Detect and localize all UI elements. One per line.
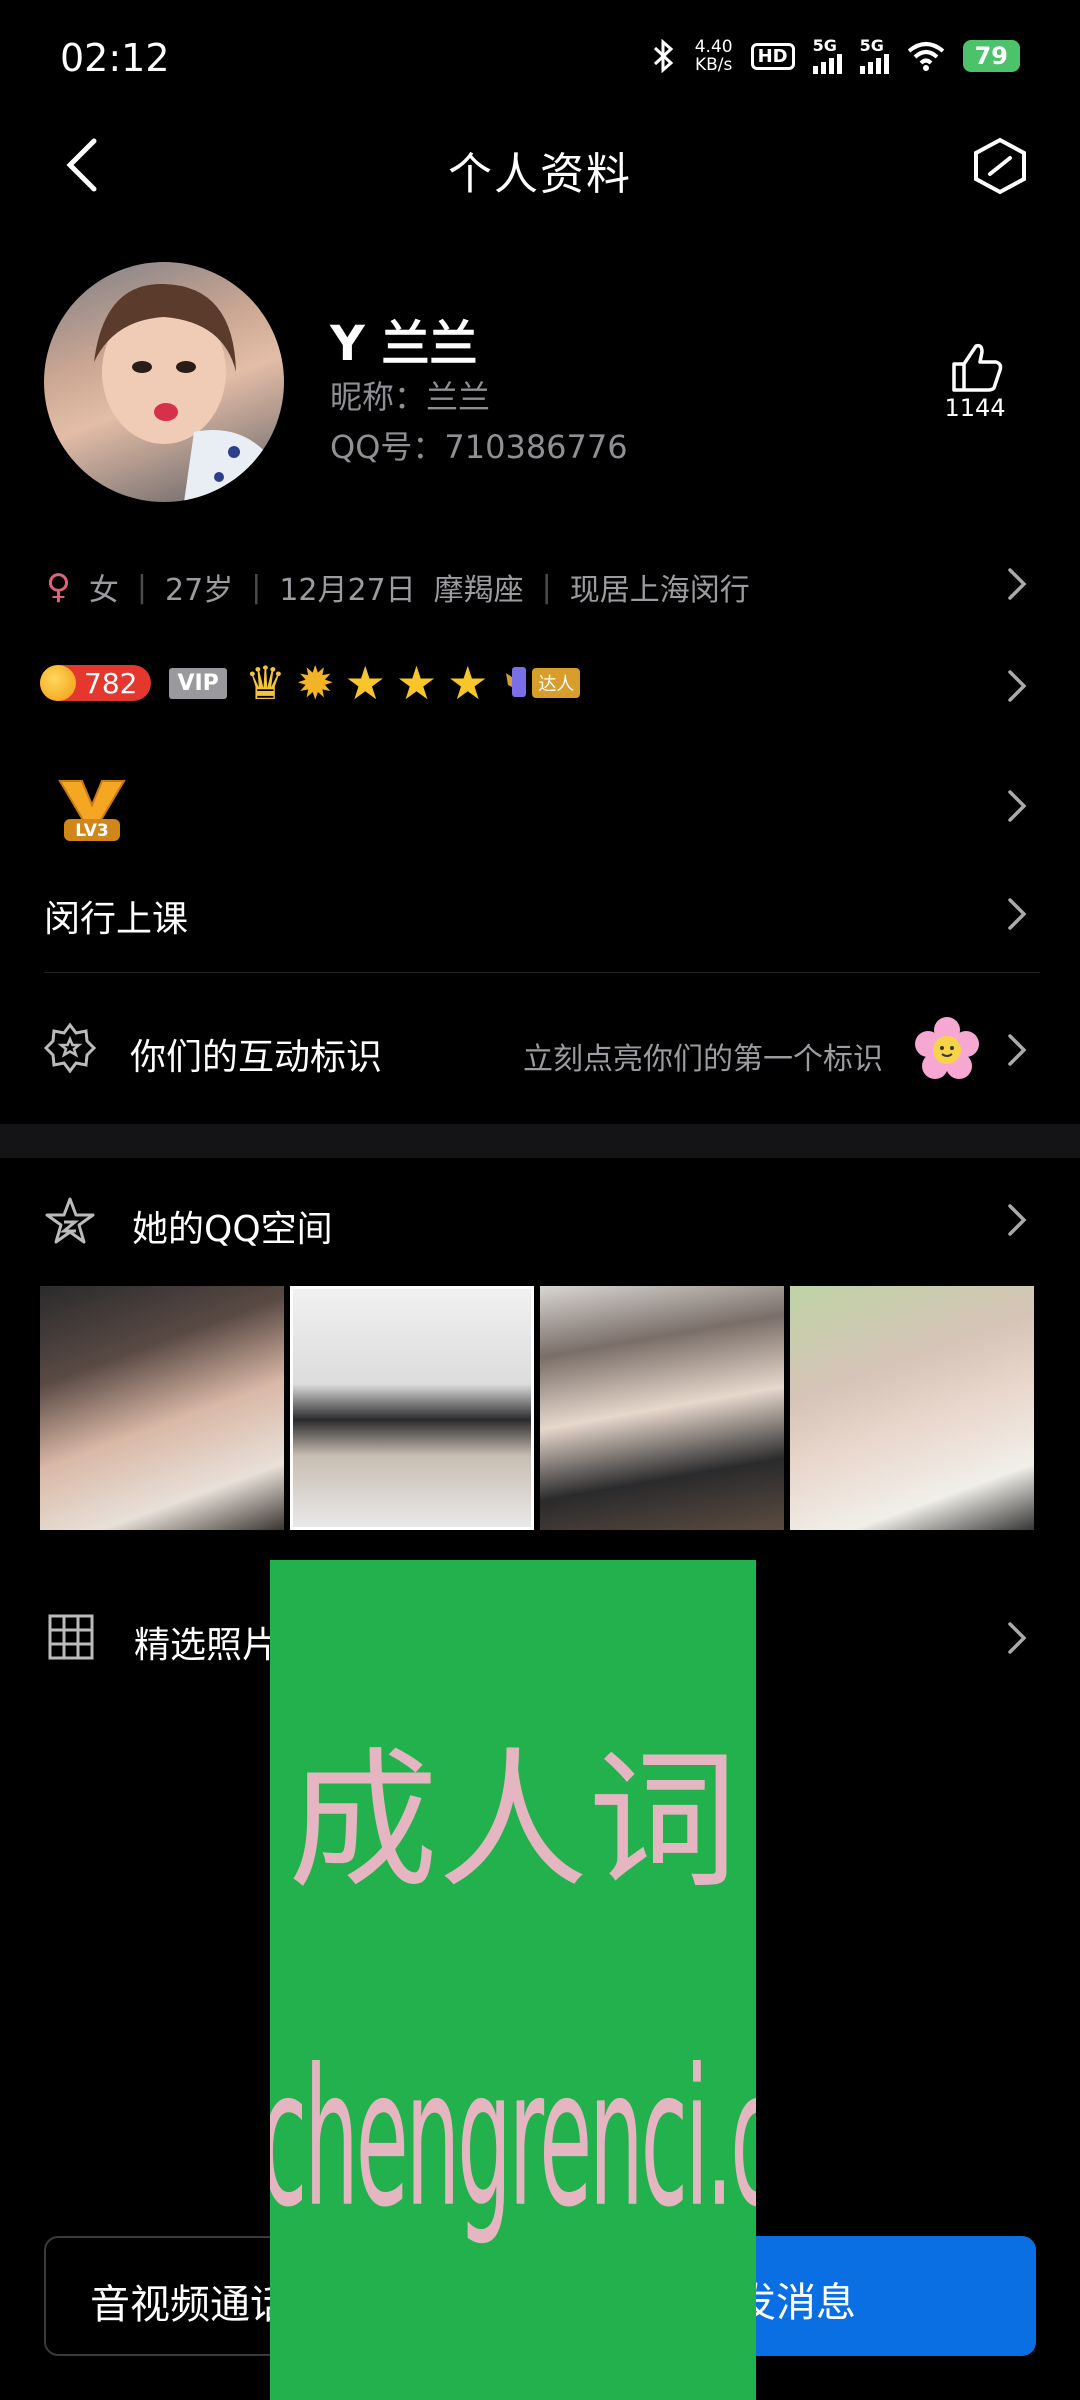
sun-icon: ✹ — [296, 656, 335, 710]
bluetooth-icon — [653, 39, 673, 73]
vip-badge: VIP — [169, 667, 227, 699]
daren-badge: 达人 — [506, 663, 581, 703]
winged-phone-icon — [506, 667, 527, 697]
signature-text[interactable]: 闵行上课 — [44, 890, 188, 942]
qzone-label[interactable]: 她的QQ空间 — [132, 1200, 333, 1252]
level-v-icon: LV3 — [58, 780, 126, 841]
chevron-right-icon[interactable] — [1006, 896, 1028, 932]
crown-icon: ♛ — [244, 656, 287, 710]
badges-row[interactable]: 782 VIP ♛ ✹ ★ ★ ★ 达人 — [40, 656, 581, 710]
qzone-photo[interactable] — [40, 1286, 284, 1530]
star-icon: ★ — [344, 656, 386, 710]
level-badge[interactable]: LV3 — [52, 775, 132, 845]
qzone-photo[interactable] — [790, 1286, 1034, 1530]
coin-value: 782 — [84, 666, 138, 700]
qzone-photo[interactable] — [290, 1286, 534, 1530]
divider — [44, 972, 1040, 973]
section-separator — [0, 1124, 1080, 1158]
hd-volte-icon: HD — [750, 42, 795, 70]
chevron-right-icon[interactable] — [1006, 566, 1028, 602]
level-label: LV3 — [75, 821, 108, 841]
net-speed-value: 4.40 — [694, 37, 733, 57]
more-hexagon-icon[interactable] — [972, 136, 1028, 196]
page-title: 个人资料 — [448, 149, 632, 200]
profile-nickname: 昵称：兰兰 — [330, 378, 491, 416]
status-time: 02:12 — [60, 36, 170, 80]
interaction-label[interactable]: 你们的互动标识 — [130, 1028, 382, 1080]
separator: | — [251, 569, 262, 605]
watermark-overlay: 成人词 chengrenci.com — [270, 1560, 756, 2400]
signal-icon: 5G — [859, 36, 889, 74]
flower-emoji-icon — [915, 1017, 979, 1079]
separator: | — [136, 569, 148, 605]
age-text: 27岁 — [165, 573, 234, 608]
watermark-url-text: chengrenci.com — [270, 2030, 756, 2250]
zodiac-text: 摩羯座 — [433, 573, 524, 608]
location-text: 现居上海闵行 — [569, 573, 750, 608]
like-count: 1144 — [944, 394, 1006, 422]
qzone-star-icon — [45, 1197, 95, 1244]
profile-name: Y 兰兰 — [330, 316, 478, 372]
qzone-photo[interactable] — [540, 1286, 784, 1530]
star-icon: ★ — [447, 656, 489, 710]
separator: | — [541, 569, 552, 605]
avatar[interactable] — [44, 262, 284, 502]
basic-info-row[interactable]: ♀ 女 | 27岁 | 12月27日 摩羯座 | 现居上海闵行 — [46, 565, 750, 609]
watermark-cn-text: 成人词 — [287, 1735, 738, 1909]
qzone-photo-strip — [40, 1286, 1034, 1530]
net-speed: 4.40 KB/s — [695, 38, 733, 74]
profile-qq-number: QQ号：710386776 — [330, 428, 628, 466]
status-icons: 4.40 KB/s HD 5G 5G 79 — [651, 38, 1020, 74]
chevron-right-icon[interactable] — [1006, 668, 1028, 704]
daren-label: 达人 — [532, 668, 581, 698]
signal-icon: 5G — [812, 36, 842, 74]
avatar-portrait — [94, 283, 274, 502]
interaction-hint: 立刻点亮你们的第一个标识 — [523, 1042, 883, 1077]
coin-badge: 782 — [40, 665, 152, 701]
chevron-right-icon[interactable] — [1006, 1032, 1028, 1068]
gender-text: 女 — [88, 573, 119, 608]
selected-photos-label[interactable]: 精选照片 — [134, 1616, 278, 1668]
sim1-label: 5G — [812, 36, 837, 55]
net-speed-unit: KB/s — [694, 55, 733, 75]
chevron-right-icon[interactable] — [1006, 1620, 1028, 1656]
interaction-badge-icon — [44, 1022, 96, 1074]
star-icon: ★ — [395, 656, 438, 710]
chevron-right-icon[interactable] — [1006, 1202, 1028, 1238]
status-bar: 02:12 4.40 KB/s HD 5G 5G 79 — [0, 0, 1080, 120]
female-icon: ♀ — [46, 567, 71, 607]
sim2-label: 5G — [859, 36, 884, 55]
wifi-icon — [907, 42, 944, 71]
thumbs-up-icon[interactable] — [940, 340, 1010, 396]
battery-icon: 79 — [962, 40, 1020, 72]
chevron-right-icon[interactable] — [1006, 788, 1028, 824]
grid-icon — [48, 1614, 94, 1660]
coin-icon — [40, 665, 76, 701]
birthday-text: 12月27日 — [279, 573, 416, 608]
av-call-label: 音视频通话 — [90, 2282, 290, 2328]
